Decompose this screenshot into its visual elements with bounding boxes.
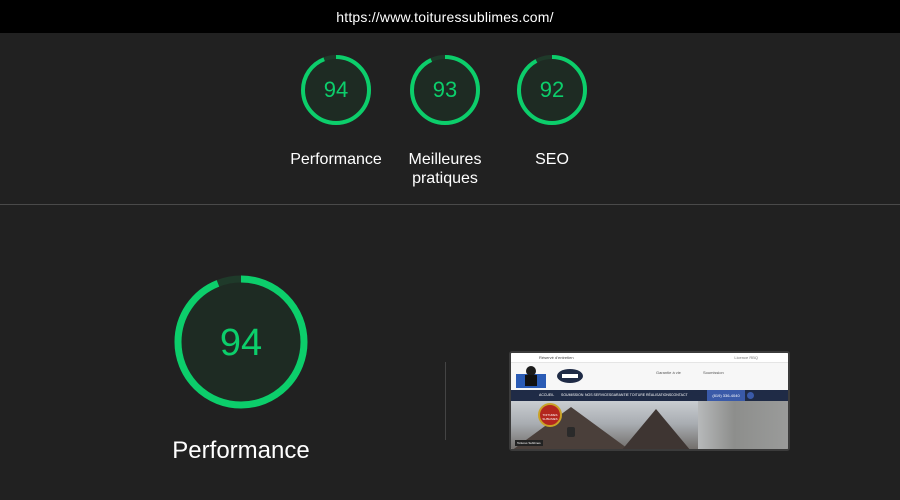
thumb-nav-item: NOS SERVICES bbox=[585, 393, 612, 397]
thumb-nav: ACCUEIL SOUMISSION NOS SERVICES GARANTIE… bbox=[511, 390, 788, 401]
featured-performance-gauge: 94 bbox=[161, 272, 321, 417]
featured-score: 94 bbox=[220, 322, 262, 364]
thumb-phone-button: (819) 336-4040 bbox=[707, 390, 745, 401]
thumb-nav-item: CONTACT bbox=[671, 393, 688, 397]
best-practices-score: 93 bbox=[433, 77, 457, 102]
thumb-nav-item: RÉALISATIONS bbox=[646, 393, 672, 397]
page-screenshot-thumbnail[interactable]: Réservé d'entretien Licence RBQ Garantie… bbox=[509, 351, 790, 451]
performance-gauge[interactable]: 94 Performance bbox=[276, 52, 396, 169]
brand-logo-icon bbox=[557, 369, 583, 383]
lamp-icon bbox=[567, 427, 575, 437]
performance-label: Performance bbox=[290, 151, 382, 168]
trees-background bbox=[698, 401, 788, 449]
best-practices-gauge-ring: 93 bbox=[410, 55, 480, 125]
phone-icon bbox=[747, 392, 754, 399]
performance-gauge-ring: 94 bbox=[301, 55, 371, 125]
thumb-topbar: Réservé d'entretien Licence RBQ bbox=[511, 353, 788, 363]
featured-performance-label: Performance bbox=[172, 437, 310, 464]
performance-score: 94 bbox=[324, 77, 348, 102]
seal-badge-text: TOITURES SUBLIMES bbox=[542, 413, 558, 421]
section-divider bbox=[445, 362, 446, 440]
scores-summary: 94 Performance 93 Meilleures pratiques 9… bbox=[0, 33, 900, 205]
best-practices-gauge[interactable]: 93 Meilleures pratiques bbox=[385, 52, 505, 188]
thumb-nav-item: GARANTIE TOITURE bbox=[611, 393, 646, 397]
seal-badge: TOITURES SUBLIMES bbox=[538, 403, 562, 427]
seo-score: 92 bbox=[540, 77, 564, 102]
best-practices-label: Meilleures pratiques bbox=[408, 151, 482, 187]
seo-label: SEO bbox=[535, 151, 569, 168]
thumb-warranty: Garantie à vie bbox=[656, 370, 681, 375]
thumb-topbar-right: Licence RBQ bbox=[734, 355, 758, 360]
address-bar: https://www.toituressublimes.com/ bbox=[0, 0, 900, 33]
featured-gauge-ring: 94 bbox=[174, 275, 308, 409]
thumb-nav-item: SOUMISSION bbox=[561, 393, 584, 397]
house-roof-right bbox=[621, 409, 691, 449]
thumb-nav-item: ACCUEIL bbox=[539, 393, 555, 397]
thumb-topbar-left: Réservé d'entretien bbox=[539, 355, 574, 360]
seo-gauge[interactable]: 92 SEO bbox=[492, 52, 612, 169]
thumb-quote: Soumission bbox=[703, 370, 724, 375]
worker-logo-icon bbox=[516, 366, 546, 388]
page-url[interactable]: https://www.toituressublimes.com/ bbox=[336, 9, 553, 25]
seo-gauge-ring: 92 bbox=[517, 55, 587, 125]
thumb-hero-image: TOITURES SUBLIMES Toitures Sublimes bbox=[511, 401, 788, 449]
thumb-header: Garantie à vie Soumission bbox=[511, 363, 788, 390]
thumb-caption: Toitures Sublimes bbox=[515, 440, 543, 446]
